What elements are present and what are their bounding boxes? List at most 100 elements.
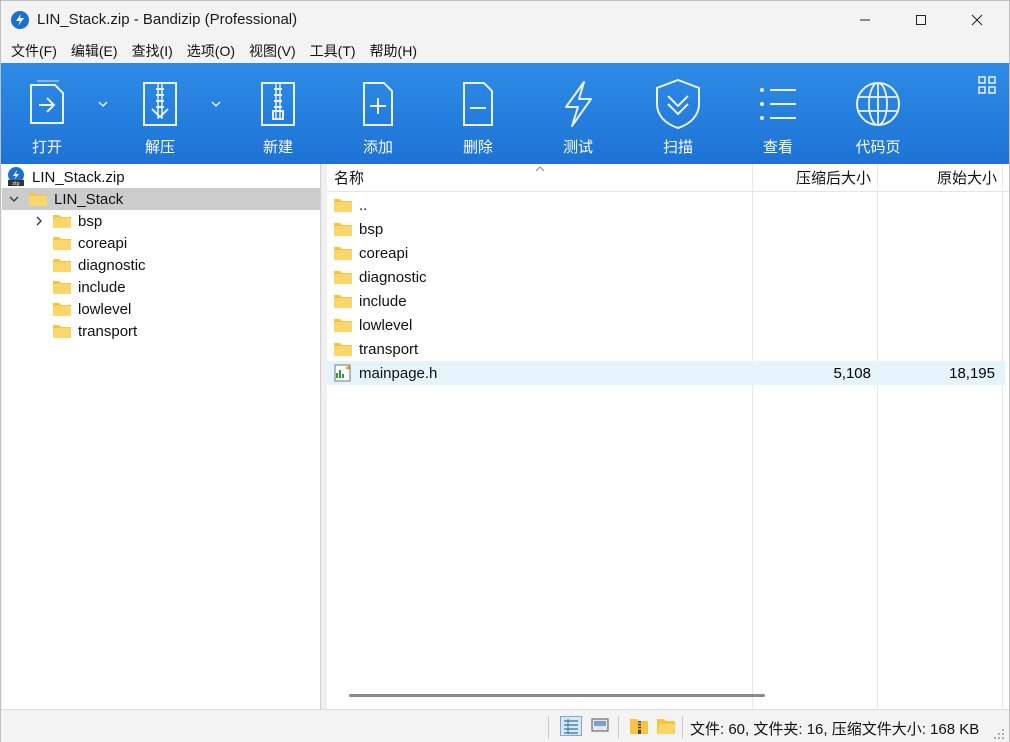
extract-button[interactable]: 解压 bbox=[134, 63, 186, 164]
status-divider bbox=[548, 716, 549, 738]
delete-file-icon bbox=[452, 78, 504, 130]
tree-item-label: diagnostic bbox=[78, 256, 146, 274]
chevron-down-icon[interactable] bbox=[8, 193, 20, 205]
details-view-icon bbox=[564, 719, 578, 734]
add-file-icon bbox=[352, 78, 404, 130]
close-icon bbox=[971, 14, 983, 26]
column-header-packed-size[interactable]: 压缩后大小 bbox=[753, 164, 871, 192]
list-item-transport[interactable]: transport bbox=[327, 337, 1005, 361]
add-button[interactable]: 添加 bbox=[352, 63, 404, 164]
maximize-button[interactable] bbox=[893, 1, 949, 39]
column-header-name[interactable]: 名称 bbox=[334, 164, 364, 192]
status-divider bbox=[682, 716, 683, 738]
tree-folder-lin-stack[interactable]: LIN_Stack bbox=[2, 188, 320, 210]
tree-item-label: include bbox=[78, 278, 126, 296]
open-icon bbox=[21, 78, 73, 130]
column-header-original-size[interactable]: 原始大小 bbox=[879, 164, 997, 192]
new-archive-button[interactable]: 新建 bbox=[252, 63, 304, 164]
list-item-name: include bbox=[359, 292, 407, 310]
tree-item-lowlevel[interactable]: lowlevel bbox=[2, 298, 320, 320]
tree-item-transport[interactable]: transport bbox=[2, 320, 320, 342]
delete-button[interactable]: 删除 bbox=[452, 63, 504, 164]
test-button[interactable]: 测试 bbox=[552, 63, 604, 164]
tree-root-archive[interactable]: zip LIN_Stack.zip bbox=[2, 166, 320, 188]
open-folder-icon bbox=[657, 719, 676, 734]
folder-icon bbox=[334, 271, 352, 284]
menu-tools[interactable]: 工具(T) bbox=[303, 40, 363, 62]
menu-file[interactable]: 文件(F) bbox=[4, 40, 64, 62]
shield-icon bbox=[652, 78, 704, 130]
list-item-parent[interactable]: .. bbox=[327, 193, 1005, 217]
list-item-lowlevel[interactable]: lowlevel bbox=[327, 313, 1005, 337]
tree-item-coreapi[interactable]: coreapi bbox=[2, 232, 320, 254]
folder-icon bbox=[53, 303, 71, 316]
menu-help[interactable]: 帮助(H) bbox=[363, 40, 424, 62]
horizontal-scrollbar-thumb[interactable] bbox=[349, 694, 765, 697]
minimize-icon bbox=[860, 19, 870, 21]
menu-options[interactable]: 选项(O) bbox=[180, 40, 242, 62]
folder-icon bbox=[29, 193, 47, 206]
header-file-icon bbox=[334, 364, 351, 382]
list-item-mainpage-h[interactable]: mainpage.h 5,108 18,195 bbox=[327, 361, 1005, 385]
zip-folder-icon bbox=[630, 719, 648, 734]
new-archive-icon bbox=[252, 78, 304, 130]
bandizip-window: LIN_Stack.zip - Bandizip (Professional) … bbox=[0, 0, 1010, 742]
lightning-icon bbox=[552, 78, 604, 130]
open-dropdown-icon[interactable] bbox=[96, 97, 110, 111]
test-label: 测试 bbox=[562, 139, 593, 156]
menu-edit[interactable]: 编辑(E) bbox=[64, 40, 125, 62]
tree-item-label: coreapi bbox=[78, 234, 128, 252]
folder-icon bbox=[334, 223, 352, 236]
folder-icon bbox=[334, 343, 352, 356]
list-item-name: .. bbox=[359, 196, 368, 214]
menu-bar: 文件(F) 编辑(E) 查找(I) 选项(O) 视图(V) 工具(T) 帮助(H… bbox=[1, 39, 1009, 63]
extract-dropdown-icon[interactable] bbox=[209, 97, 223, 111]
list-item-name: bsp bbox=[359, 220, 384, 238]
new-archive-label: 新建 bbox=[262, 139, 293, 156]
list-item-name: transport bbox=[359, 340, 419, 358]
delete-label: 删除 bbox=[462, 139, 493, 156]
bandizip-app-icon bbox=[11, 11, 29, 29]
sort-ascending-icon bbox=[535, 166, 545, 172]
minimize-button[interactable] bbox=[837, 1, 893, 39]
file-list: 名称 压缩后大小 原始大小 .. bsp coreapi diagnostic … bbox=[327, 164, 1009, 709]
zip-archive-icon: zip bbox=[8, 167, 24, 187]
view-button[interactable]: 查看 bbox=[752, 63, 804, 164]
open-button[interactable]: 打开 bbox=[21, 63, 73, 164]
list-header: 名称 压缩后大小 原始大小 bbox=[327, 164, 1009, 192]
layout-grid-icon[interactable] bbox=[977, 75, 997, 95]
folder-tree: zip LIN_Stack.zip LIN_Stack bsp coreapi … bbox=[2, 164, 321, 709]
preview-view-icon bbox=[591, 718, 609, 732]
details-view-button[interactable] bbox=[560, 716, 582, 736]
list-item-bsp[interactable]: bsp bbox=[327, 217, 1005, 241]
tree-item-include[interactable]: include bbox=[2, 276, 320, 298]
list-item-name: diagnostic bbox=[359, 268, 427, 286]
archive-info-button[interactable] bbox=[628, 716, 650, 736]
codepage-button[interactable]: 代码页 bbox=[850, 63, 906, 164]
preview-view-button[interactable] bbox=[590, 716, 612, 736]
codepage-label: 代码页 bbox=[855, 139, 901, 156]
open-folder-button[interactable] bbox=[655, 716, 677, 736]
list-item-include[interactable]: include bbox=[327, 289, 1005, 313]
menu-view[interactable]: 视图(V) bbox=[242, 40, 303, 62]
list-item-diagnostic[interactable]: diagnostic bbox=[327, 265, 1005, 289]
extract-icon bbox=[134, 78, 186, 130]
folder-icon bbox=[53, 237, 71, 250]
scan-button[interactable]: 扫描 bbox=[646, 63, 710, 164]
close-button[interactable] bbox=[949, 1, 1005, 39]
open-label: 打开 bbox=[31, 139, 62, 156]
window-title: LIN_Stack.zip - Bandizip (Professional) bbox=[37, 11, 298, 28]
globe-icon bbox=[852, 78, 904, 130]
status-summary: 文件: 60, 文件夹: 16, 压缩文件大小: 168 KB bbox=[690, 721, 980, 738]
add-label: 添加 bbox=[362, 139, 393, 156]
resize-grip-icon[interactable] bbox=[991, 726, 1005, 740]
folder-icon bbox=[53, 281, 71, 294]
folder-up-icon bbox=[334, 199, 352, 212]
tree-item-diagnostic[interactable]: diagnostic bbox=[2, 254, 320, 276]
chevron-right-icon[interactable] bbox=[34, 215, 44, 227]
tree-item-bsp[interactable]: bsp bbox=[2, 210, 320, 232]
list-item-original-size: 18,195 bbox=[949, 364, 995, 382]
scan-label: 扫描 bbox=[662, 139, 693, 156]
list-item-coreapi[interactable]: coreapi bbox=[327, 241, 1005, 265]
menu-find[interactable]: 查找(I) bbox=[125, 40, 180, 62]
